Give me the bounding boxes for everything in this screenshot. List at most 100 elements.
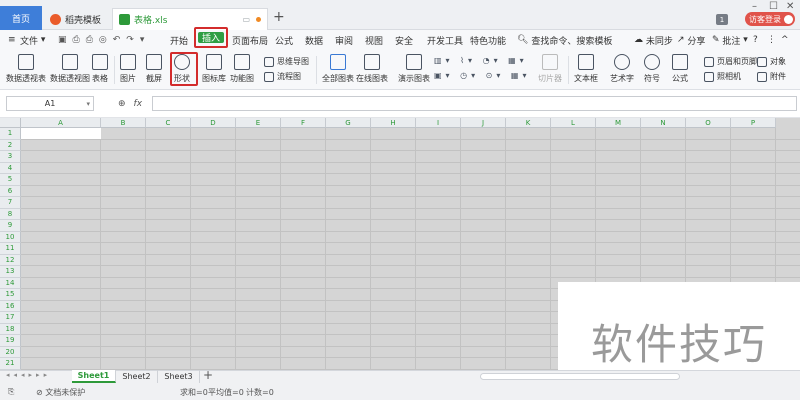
sync-status[interactable]: ☁ 未同步 [634,33,673,47]
table-button[interactable]: 表格 [92,54,108,84]
row-header[interactable]: 17 [0,312,21,324]
slicer-button[interactable]: 切片器 [538,54,562,84]
screenshot-button[interactable]: 截屏 [146,54,162,84]
menu-tab-features[interactable]: 特色功能 [470,33,506,47]
window-count-badge[interactable]: 1 [716,14,728,25]
command-search[interactable]: 🔍︎ 查找命令、搜索模板 [517,33,612,47]
active-cell-a1[interactable] [21,128,101,139]
icon-library-button[interactable]: 图标库 [202,54,226,84]
row-header[interactable]: 4 [0,162,21,174]
menu-tab-formula[interactable]: 公式 [275,33,293,47]
row-header[interactable]: 6 [0,185,21,197]
camera-button[interactable]: 照相机 [704,71,741,82]
menu-tab-view[interactable]: 视图 [365,33,383,47]
tab-document[interactable]: 表格.xls ▭ [112,8,268,30]
mindmap-button[interactable]: 思维导图 [264,56,309,67]
object-button[interactable]: 对象 [757,56,786,67]
add-sheet-button[interactable]: + [203,368,213,382]
tab-home[interactable]: 首页 [0,6,42,30]
row-header[interactable]: 13 [0,266,21,278]
collapse-ribbon-icon[interactable]: ^ [781,33,789,47]
share-button[interactable]: ↗ 分享 [677,33,705,47]
sheet-tab-2[interactable]: Sheet2 [116,370,158,383]
menu-tab-data[interactable]: 数据 [305,33,323,47]
row-header[interactable]: 8 [0,208,21,220]
textbox-button[interactable]: 文本框 [574,54,598,84]
column-header[interactable]: I [416,118,461,128]
more-icon[interactable]: ⋮ [767,33,776,47]
monitor-icon[interactable]: ▭ [242,15,250,24]
row-header[interactable]: 9 [0,220,21,232]
row-header[interactable]: 12 [0,254,21,266]
menu-icon[interactable]: ≡ [8,33,16,47]
status-icon[interactable]: ⎘ [8,387,14,397]
menu-tab-start[interactable]: 开始 [170,33,188,47]
flowchart-button[interactable]: 流程图 [264,71,301,82]
column-header[interactable]: C [146,118,191,128]
name-box[interactable]: A1 ▾ [6,96,94,111]
row-header[interactable]: 1 [0,128,21,140]
row-header[interactable]: 21 [0,358,21,370]
fx-icon[interactable]: fx [134,99,143,109]
row-header[interactable]: 5 [0,174,21,186]
attachment-button[interactable]: 附件 [757,71,786,82]
wordart-button[interactable]: 艺术字 [610,54,634,84]
row-header[interactable]: 2 [0,139,21,151]
row-header[interactable]: 18 [0,323,21,335]
pivot-table-button[interactable]: 数据透视表 [6,54,46,84]
column-header[interactable]: F [281,118,326,128]
chart-type-gallery-row1[interactable]: ▥▾ ⌇▾ ◔▾ ▦▾ [434,56,528,65]
column-header[interactable]: A [21,118,101,128]
new-tab-button[interactable]: + [273,8,285,26]
sheet-tab-3[interactable]: Sheet3 [158,370,200,383]
formula-button[interactable]: 公式 [672,54,688,84]
chart-type-gallery-row2[interactable]: ▣▾ ◷▾ ⊙▾ ▦▾ [434,71,531,80]
column-header[interactable]: G [326,118,371,128]
function-chart-button[interactable]: 功能图 [230,54,254,84]
column-header[interactable]: E [236,118,281,128]
symbol-button[interactable]: 符号 [644,54,660,84]
row-header[interactable]: 19 [0,335,21,347]
menu-tab-security[interactable]: 安全 [395,33,413,47]
protect-status[interactable]: ⊘ 文档未保护 [36,387,85,398]
pivot-chart-button[interactable]: 数据透视图 [50,54,90,84]
maximize-icon[interactable]: ☐ [769,1,778,12]
menu-tab-review[interactable]: 审阅 [335,33,353,47]
column-header[interactable]: D [191,118,236,128]
tab-template[interactable]: 稻壳模板 [44,8,110,30]
formula-input[interactable] [152,96,797,111]
all-charts-button[interactable]: 全部图表 [322,54,354,84]
header-footer-button[interactable]: 页眉和页脚 [704,56,757,67]
column-header[interactable]: M [596,118,641,128]
row-header[interactable]: 7 [0,197,21,209]
help-icon[interactable]: ? [753,33,758,47]
row-header[interactable]: 15 [0,289,21,301]
column-header[interactable]: L [551,118,596,128]
select-all-corner[interactable] [0,118,21,128]
minimize-icon[interactable]: – [752,1,757,12]
menu-file[interactable]: 文件 ▾ [20,33,45,47]
close-icon[interactable]: ✕ [786,1,794,12]
column-header[interactable]: N [641,118,686,128]
row-header[interactable]: 20 [0,346,21,358]
row-header[interactable]: 11 [0,243,21,255]
row-header[interactable]: 16 [0,300,21,312]
online-chart-button[interactable]: 在线图表 [356,54,388,84]
picture-button[interactable]: 图片 [120,54,136,84]
menu-tab-developer[interactable]: 开发工具 [427,33,463,47]
column-header[interactable]: H [371,118,416,128]
column-header[interactable]: O [686,118,731,128]
login-button[interactable]: 访客登录 [745,12,795,26]
column-header[interactable]: B [101,118,146,128]
zoom-icon[interactable]: ⊕ [118,99,126,109]
menu-tab-page-layout[interactable]: 页面布局 [232,33,268,47]
row-header[interactable]: 10 [0,231,21,243]
annotate-button[interactable]: ✎ 批注 ▾ [712,33,748,47]
quick-access-toolbar[interactable]: ▣⎙⎙◎↶↷▾ [58,33,150,47]
row-header[interactable]: 14 [0,277,21,289]
sheet-nav-arrows[interactable]: ◂◂◂▸▸▸ [6,371,51,379]
row-header[interactable]: 3 [0,151,21,163]
column-header[interactable]: K [506,118,551,128]
horizontal-scrollbar[interactable] [480,373,680,380]
sheet-tab-1[interactable]: Sheet1 [72,370,116,383]
